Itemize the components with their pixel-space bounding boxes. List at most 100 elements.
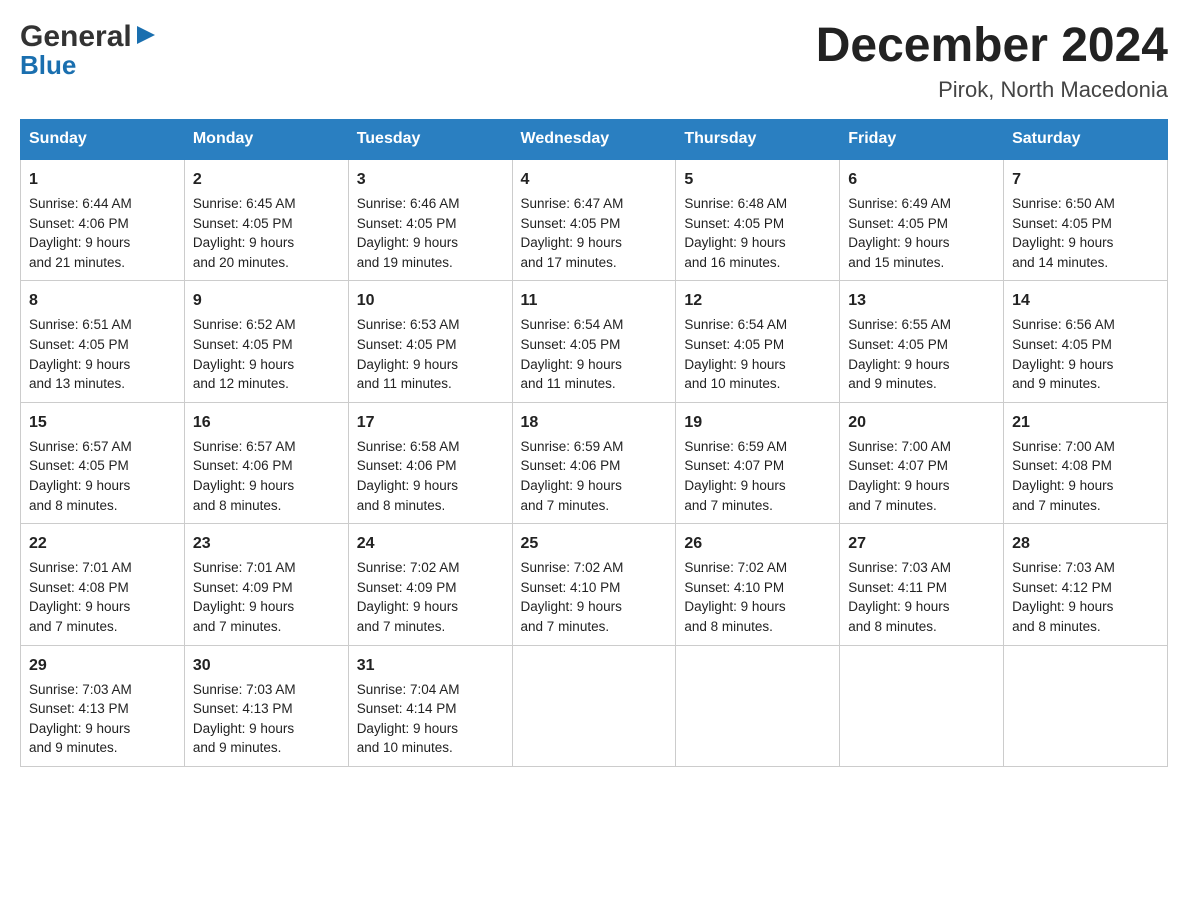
calendar-cell: 26 Sunrise: 7:02 AMSunset: 4:10 PMDayligh… [676, 524, 840, 645]
calendar-week-row: 8 Sunrise: 6:51 AMSunset: 4:05 PMDaylight… [21, 281, 1168, 402]
day-info: Sunrise: 6:47 AMSunset: 4:05 PMDaylight:… [521, 196, 624, 270]
calendar-cell: 30 Sunrise: 7:03 AMSunset: 4:13 PMDayligh… [184, 645, 348, 766]
day-info: Sunrise: 6:59 AMSunset: 4:07 PMDaylight:… [684, 439, 787, 513]
day-number: 11 [521, 289, 668, 312]
calendar-week-row: 15 Sunrise: 6:57 AMSunset: 4:05 PMDayligh… [21, 402, 1168, 523]
calendar-cell: 21 Sunrise: 7:00 AMSunset: 4:08 PMDayligh… [1004, 402, 1168, 523]
day-info: Sunrise: 6:44 AMSunset: 4:06 PMDaylight:… [29, 196, 132, 270]
day-info: Sunrise: 7:01 AMSunset: 4:08 PMDaylight:… [29, 560, 132, 634]
day-number: 19 [684, 411, 831, 434]
day-number: 27 [848, 532, 995, 555]
day-number: 29 [29, 654, 176, 677]
calendar-cell: 1Sunrise: 6:44 AMSunset: 4:06 PMDaylight… [21, 159, 185, 281]
day-info: Sunrise: 6:54 AMSunset: 4:05 PMDaylight:… [684, 317, 787, 391]
calendar-cell: 24 Sunrise: 7:02 AMSunset: 4:09 PMDayligh… [348, 524, 512, 645]
day-number: 2 [193, 168, 340, 191]
day-number: 14 [1012, 289, 1159, 312]
day-number: 17 [357, 411, 504, 434]
day-info: Sunrise: 7:03 AMSunset: 4:13 PMDaylight:… [193, 682, 296, 756]
day-number: 12 [684, 289, 831, 312]
calendar-cell: 5 Sunrise: 6:48 AMSunset: 4:05 PMDaylight… [676, 159, 840, 281]
day-info: Sunrise: 7:02 AMSunset: 4:09 PMDaylight:… [357, 560, 460, 634]
day-info: Sunrise: 6:52 AMSunset: 4:05 PMDaylight:… [193, 317, 296, 391]
day-number: 3 [357, 168, 504, 191]
header-thursday: Thursday [676, 119, 840, 159]
calendar-cell: 10 Sunrise: 6:53 AMSunset: 4:05 PMDayligh… [348, 281, 512, 402]
calendar-cell: 6 Sunrise: 6:49 AMSunset: 4:05 PMDaylight… [840, 159, 1004, 281]
calendar-cell: 8 Sunrise: 6:51 AMSunset: 4:05 PMDaylight… [21, 281, 185, 402]
day-info: Sunrise: 7:01 AMSunset: 4:09 PMDaylight:… [193, 560, 296, 634]
calendar-week-row: 29 Sunrise: 7:03 AMSunset: 4:13 PMDayligh… [21, 645, 1168, 766]
day-number: 7 [1012, 168, 1159, 191]
day-info: Sunrise: 7:02 AMSunset: 4:10 PMDaylight:… [521, 560, 624, 634]
day-info: Sunrise: 6:49 AMSunset: 4:05 PMDaylight:… [848, 196, 951, 270]
day-info: Sunrise: 6:57 AMSunset: 4:06 PMDaylight:… [193, 439, 296, 513]
page-header: General Blue December 2024 Pirok, North … [20, 20, 1168, 103]
day-number: 4 [521, 168, 668, 191]
day-info: Sunrise: 7:02 AMSunset: 4:10 PMDaylight:… [684, 560, 787, 634]
calendar-cell [676, 645, 840, 766]
day-info: Sunrise: 7:03 AMSunset: 4:12 PMDaylight:… [1012, 560, 1115, 634]
day-info: Sunrise: 6:58 AMSunset: 4:06 PMDaylight:… [357, 439, 460, 513]
day-info: Sunrise: 6:48 AMSunset: 4:05 PMDaylight:… [684, 196, 787, 270]
day-number: 25 [521, 532, 668, 555]
day-number: 23 [193, 532, 340, 555]
location-title: Pirok, North Macedonia [816, 77, 1168, 103]
calendar-cell [840, 645, 1004, 766]
calendar-cell: 28 Sunrise: 7:03 AMSunset: 4:12 PMDayligh… [1004, 524, 1168, 645]
header-monday: Monday [184, 119, 348, 159]
month-title: December 2024 [816, 20, 1168, 73]
day-number: 9 [193, 289, 340, 312]
calendar-cell: 15 Sunrise: 6:57 AMSunset: 4:05 PMDayligh… [21, 402, 185, 523]
day-info: Sunrise: 6:45 AMSunset: 4:05 PMDaylight:… [193, 196, 296, 270]
day-info: Sunrise: 6:59 AMSunset: 4:06 PMDaylight:… [521, 439, 624, 513]
day-number: 30 [193, 654, 340, 677]
day-number: 24 [357, 532, 504, 555]
calendar-cell: 22Sunrise: 7:01 AMSunset: 4:08 PMDayligh… [21, 524, 185, 645]
calendar-cell: 25 Sunrise: 7:02 AMSunset: 4:10 PMDayligh… [512, 524, 676, 645]
calendar-week-row: 1Sunrise: 6:44 AMSunset: 4:06 PMDaylight… [21, 159, 1168, 281]
calendar-cell: 18Sunrise: 6:59 AMSunset: 4:06 PMDayligh… [512, 402, 676, 523]
logo-general-text: General [20, 20, 132, 54]
calendar-cell: 20 Sunrise: 7:00 AMSunset: 4:07 PMDayligh… [840, 402, 1004, 523]
day-number: 26 [684, 532, 831, 555]
calendar-cell: 11 Sunrise: 6:54 AMSunset: 4:05 PMDayligh… [512, 281, 676, 402]
day-number: 31 [357, 654, 504, 677]
calendar-cell: 19 Sunrise: 6:59 AMSunset: 4:07 PMDayligh… [676, 402, 840, 523]
day-number: 21 [1012, 411, 1159, 434]
day-info: Sunrise: 7:03 AMSunset: 4:13 PMDaylight:… [29, 682, 132, 756]
day-number: 10 [357, 289, 504, 312]
day-number: 13 [848, 289, 995, 312]
calendar-cell: 12 Sunrise: 6:54 AMSunset: 4:05 PMDayligh… [676, 281, 840, 402]
day-number: 6 [848, 168, 995, 191]
calendar-cell: 29 Sunrise: 7:03 AMSunset: 4:13 PMDayligh… [21, 645, 185, 766]
calendar-week-row: 22Sunrise: 7:01 AMSunset: 4:08 PMDayligh… [21, 524, 1168, 645]
header-sunday: Sunday [21, 119, 185, 159]
day-info: Sunrise: 6:57 AMSunset: 4:05 PMDaylight:… [29, 439, 132, 513]
day-info: Sunrise: 6:54 AMSunset: 4:05 PMDaylight:… [521, 317, 624, 391]
day-number: 20 [848, 411, 995, 434]
calendar-cell: 3Sunrise: 6:46 AMSunset: 4:05 PMDaylight… [348, 159, 512, 281]
calendar-cell: 7 Sunrise: 6:50 AMSunset: 4:05 PMDaylight… [1004, 159, 1168, 281]
calendar-cell: 4 Sunrise: 6:47 AMSunset: 4:05 PMDaylight… [512, 159, 676, 281]
title-block: December 2024 Pirok, North Macedonia [816, 20, 1168, 103]
calendar-cell [512, 645, 676, 766]
day-info: Sunrise: 7:00 AMSunset: 4:08 PMDaylight:… [1012, 439, 1115, 513]
day-info: Sunrise: 6:51 AMSunset: 4:05 PMDaylight:… [29, 317, 132, 391]
day-number: 8 [29, 289, 176, 312]
day-info: Sunrise: 6:50 AMSunset: 4:05 PMDaylight:… [1012, 196, 1115, 270]
header-tuesday: Tuesday [348, 119, 512, 159]
day-number: 5 [684, 168, 831, 191]
calendar-cell: 23 Sunrise: 7:01 AMSunset: 4:09 PMDayligh… [184, 524, 348, 645]
day-info: Sunrise: 6:53 AMSunset: 4:05 PMDaylight:… [357, 317, 460, 391]
calendar-cell: 16Sunrise: 6:57 AMSunset: 4:06 PMDayligh… [184, 402, 348, 523]
header-wednesday: Wednesday [512, 119, 676, 159]
day-info: Sunrise: 7:00 AMSunset: 4:07 PMDaylight:… [848, 439, 951, 513]
header-saturday: Saturday [1004, 119, 1168, 159]
day-number: 28 [1012, 532, 1159, 555]
logo: General Blue [20, 20, 157, 81]
day-number: 15 [29, 411, 176, 434]
day-info: Sunrise: 6:55 AMSunset: 4:05 PMDaylight:… [848, 317, 951, 391]
calendar-cell: 27Sunrise: 7:03 AMSunset: 4:11 PMDayligh… [840, 524, 1004, 645]
day-info: Sunrise: 6:56 AMSunset: 4:05 PMDaylight:… [1012, 317, 1115, 391]
